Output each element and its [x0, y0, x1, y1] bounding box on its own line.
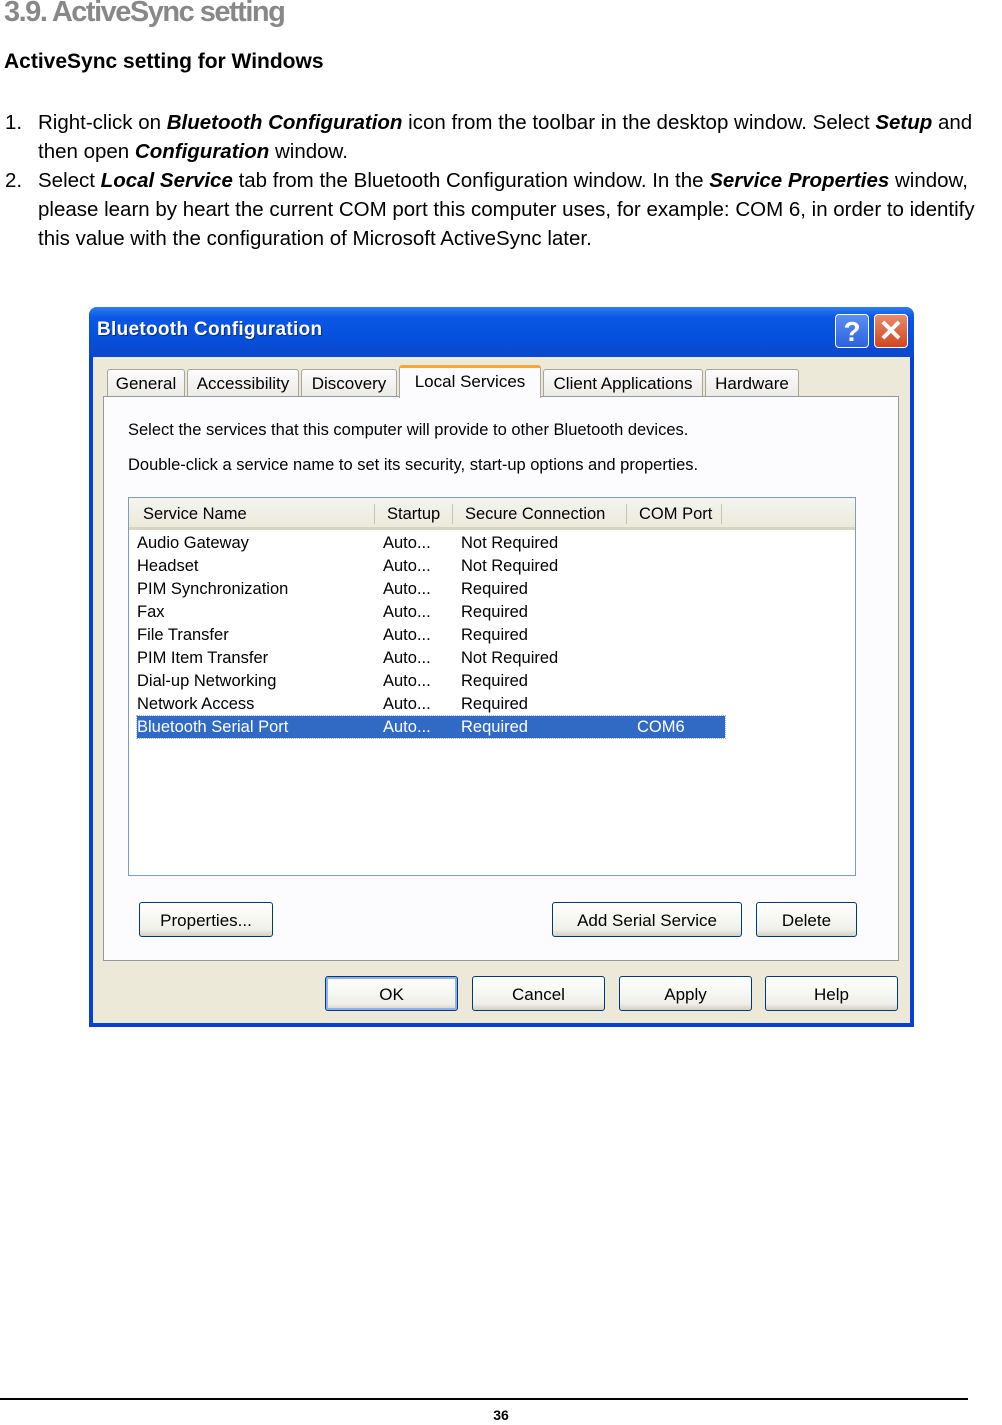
emphasized-term: Local Service — [100, 169, 233, 192]
step-fragment: tab from the Bluetooth Configuration win… — [232, 169, 710, 192]
dialog-client-area: General Accessibility Discovery Local Se… — [93, 357, 910, 1023]
com-port-cell: COM6 — [637, 718, 685, 736]
service-name-cell: File Transfer — [137, 626, 229, 644]
secure-connection-cell: Not Required — [461, 557, 559, 575]
startup-cell: Auto... — [383, 695, 431, 713]
step-fragment: Right-click on — [38, 111, 167, 134]
tab-local-services[interactable]: Local Services — [399, 365, 541, 398]
window-title: Bluetooth Configuration — [97, 319, 323, 340]
startup-cell: Auto... — [383, 580, 431, 598]
footer-divider — [0, 1398, 968, 1400]
list-item[interactable]: Network Access Auto... Required — [137, 693, 725, 715]
add-serial-service-button[interactable]: Add Serial Service — [552, 902, 742, 937]
secure-connection-cell: Required — [461, 695, 528, 713]
column-divider[interactable] — [626, 504, 627, 524]
properties-button[interactable]: Properties... — [139, 902, 273, 937]
bluetooth-configuration-dialog: Bluetooth Configuration ? ✕ General Acce… — [89, 307, 914, 1027]
service-name-cell: Audio Gateway — [137, 534, 249, 552]
tab-general[interactable]: General — [107, 369, 185, 396]
column-divider[interactable] — [452, 504, 453, 524]
tab-client-applications[interactable]: Client Applications — [543, 369, 703, 396]
column-divider[interactable] — [721, 504, 722, 524]
tab-discovery[interactable]: Discovery — [301, 369, 397, 396]
list-item[interactable]: Dial-up Networking Auto... Required — [137, 670, 725, 692]
list-item[interactable]: Headset Auto... Not Required — [137, 555, 725, 577]
startup-cell: Auto... — [383, 649, 431, 667]
help-button[interactable]: Help — [765, 976, 898, 1011]
column-header-secure-connection[interactable]: Secure Connection — [465, 505, 605, 524]
instruction-steps: 1. Right-click on Bluetooth Configuratio… — [0, 108, 1002, 253]
list-item[interactable]: PIM Synchronization Auto... Required — [137, 578, 725, 600]
instruction-text: Double-click a service name to set its s… — [128, 456, 699, 474]
delete-button[interactable]: Delete — [756, 902, 857, 937]
apply-button[interactable]: Apply — [619, 976, 752, 1011]
title-bar[interactable]: Bluetooth Configuration ? ✕ — [89, 307, 914, 357]
secure-connection-cell: Not Required — [461, 534, 559, 552]
secure-connection-cell: Required — [461, 603, 528, 621]
step-text: Select Local Service tab from the Blueto… — [38, 169, 975, 250]
column-header-service-name[interactable]: Service Name — [143, 505, 247, 524]
tab-hardware[interactable]: Hardware — [705, 369, 799, 396]
step-text: Right-click on Bluetooth Configuration i… — [38, 111, 972, 163]
emphasized-term: Configuration — [134, 140, 270, 163]
emphasized-term: Setup — [875, 111, 933, 134]
secure-connection-cell: Required — [461, 672, 528, 690]
step-1: 1. Right-click on Bluetooth Configuratio… — [0, 108, 1002, 166]
emphasized-term: Service Properties — [709, 169, 890, 192]
list-item[interactable]: Audio Gateway Auto... Not Required — [137, 532, 725, 554]
local-services-panel: Select the services that this computer w… — [103, 396, 899, 961]
list-header: Service Name Startup Secure Connection C… — [129, 498, 855, 530]
list-item[interactable]: Fax Auto... Required — [137, 601, 725, 623]
section-heading: 3.9. ActiveSync setting — [4, 0, 286, 28]
step-number: 2. — [5, 169, 23, 192]
service-name-cell: Dial-up Networking — [137, 672, 277, 690]
column-divider[interactable] — [374, 504, 375, 524]
step-number: 1. — [5, 111, 23, 134]
secure-connection-cell: Required — [461, 626, 528, 644]
cancel-button[interactable]: Cancel — [472, 976, 605, 1011]
sub-heading: ActiveSync setting for Windows — [4, 50, 324, 73]
secure-connection-cell: Not Required — [461, 649, 559, 667]
list-item[interactable]: Bluetooth Serial Port Auto... Required COM6 — [136, 715, 726, 739]
service-name-cell: Fax — [137, 603, 165, 621]
step-2: 2. Select Local Service tab from the Blu… — [0, 166, 1002, 253]
ok-button[interactable]: OK — [325, 976, 458, 1011]
startup-cell: Auto... — [383, 672, 431, 690]
service-name-cell: PIM Synchronization — [137, 580, 289, 598]
startup-cell: Auto... — [383, 603, 431, 621]
close-icon[interactable]: ✕ — [874, 314, 908, 348]
service-name-cell: Network Access — [137, 695, 255, 713]
step-fragment: window. — [269, 140, 348, 163]
column-header-com-port[interactable]: COM Port — [639, 505, 712, 524]
startup-cell: Auto... — [383, 718, 431, 736]
service-name-cell: Bluetooth Serial Port — [137, 718, 289, 736]
help-icon[interactable]: ? — [835, 314, 869, 348]
list-item[interactable]: PIM Item Transfer Auto... Not Required — [137, 647, 725, 669]
secure-connection-cell: Required — [461, 580, 528, 598]
service-name-cell: PIM Item Transfer — [137, 649, 269, 667]
column-header-startup[interactable]: Startup — [387, 505, 440, 524]
page-number: 36 — [493, 1407, 509, 1423]
service-name-cell: Headset — [137, 557, 199, 575]
services-list[interactable]: Service Name Startup Secure Connection C… — [128, 497, 856, 876]
step-fragment: Select — [38, 169, 101, 192]
step-fragment: icon from the toolbar in the desktop win… — [402, 111, 876, 134]
secure-connection-cell: Required — [461, 718, 528, 736]
startup-cell: Auto... — [383, 534, 431, 552]
startup-cell: Auto... — [383, 626, 431, 644]
list-item[interactable]: File Transfer Auto... Required — [137, 624, 725, 646]
instruction-text: Select the services that this computer w… — [128, 421, 689, 439]
tab-accessibility[interactable]: Accessibility — [187, 369, 299, 396]
startup-cell: Auto... — [383, 557, 431, 575]
emphasized-term: Bluetooth Configuration — [166, 111, 403, 134]
